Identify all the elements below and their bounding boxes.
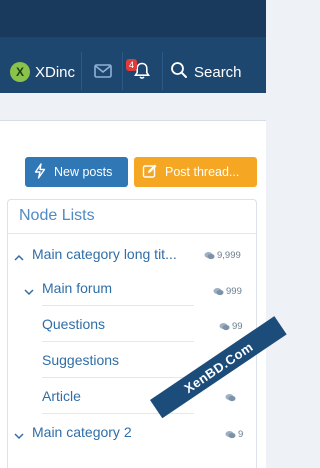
node-count-value: 999 bbox=[226, 286, 242, 297]
top-bar bbox=[0, 0, 266, 37]
list-item[interactable]: Main forum bbox=[42, 270, 194, 306]
divider bbox=[81, 52, 82, 90]
node-count-value: 9 bbox=[238, 429, 244, 440]
edit-icon bbox=[142, 163, 158, 182]
envelope-icon[interactable] bbox=[92, 60, 114, 82]
comment-icon bbox=[213, 288, 224, 296]
chevron-down-icon[interactable] bbox=[14, 427, 24, 440]
node-link[interactable]: Main category 2 bbox=[32, 424, 132, 440]
node-count-value: 9,999 bbox=[217, 250, 241, 261]
search-icon bbox=[170, 61, 188, 84]
user-menu[interactable]: X XDinc bbox=[10, 58, 75, 86]
list-item[interactable]: Questions bbox=[42, 306, 194, 342]
node-count: 9,999 bbox=[204, 250, 241, 261]
node-count: 9 bbox=[225, 429, 243, 440]
chevron-down-icon[interactable] bbox=[24, 283, 34, 296]
node-count: 99 bbox=[219, 321, 243, 332]
node-count bbox=[225, 393, 238, 402]
node-list-panel: Node Lists Main category long tit... 9,9… bbox=[7, 199, 257, 468]
node-link[interactable]: Main forum bbox=[42, 280, 112, 296]
node-count-value: 99 bbox=[232, 321, 243, 332]
comment-icon bbox=[219, 323, 230, 331]
new-posts-button[interactable]: New posts bbox=[25, 157, 128, 187]
node-link[interactable]: Main category long tit... bbox=[32, 246, 177, 262]
lightning-icon bbox=[33, 162, 47, 182]
search-button[interactable]: Search bbox=[170, 58, 242, 86]
username: XDinc bbox=[35, 63, 76, 81]
node-count: 999 bbox=[213, 286, 242, 297]
comment-icon bbox=[225, 394, 236, 402]
list-item[interactable]: Main category 2 bbox=[32, 414, 194, 450]
list-item[interactable]: Main category long tit... bbox=[32, 236, 192, 272]
chevron-up-icon[interactable] bbox=[14, 249, 24, 261]
search-label: Search bbox=[194, 63, 242, 81]
post-thread-button[interactable]: Post thread... bbox=[134, 157, 257, 187]
divider bbox=[122, 52, 123, 90]
divider bbox=[8, 233, 256, 234]
new-posts-label: New posts bbox=[54, 165, 113, 179]
node-link[interactable]: Article bbox=[42, 388, 81, 404]
comment-icon bbox=[204, 252, 215, 260]
notification-badge: 4 bbox=[126, 59, 137, 71]
node-link[interactable]: Questions bbox=[42, 316, 105, 332]
avatar: X bbox=[10, 62, 30, 82]
divider bbox=[162, 52, 163, 90]
panel-title: Node Lists bbox=[19, 207, 95, 224]
comment-icon bbox=[225, 431, 236, 439]
list-item[interactable]: Suggestions bbox=[42, 342, 194, 378]
node-link[interactable]: Suggestions bbox=[42, 352, 119, 368]
post-thread-label: Post thread... bbox=[165, 165, 240, 179]
